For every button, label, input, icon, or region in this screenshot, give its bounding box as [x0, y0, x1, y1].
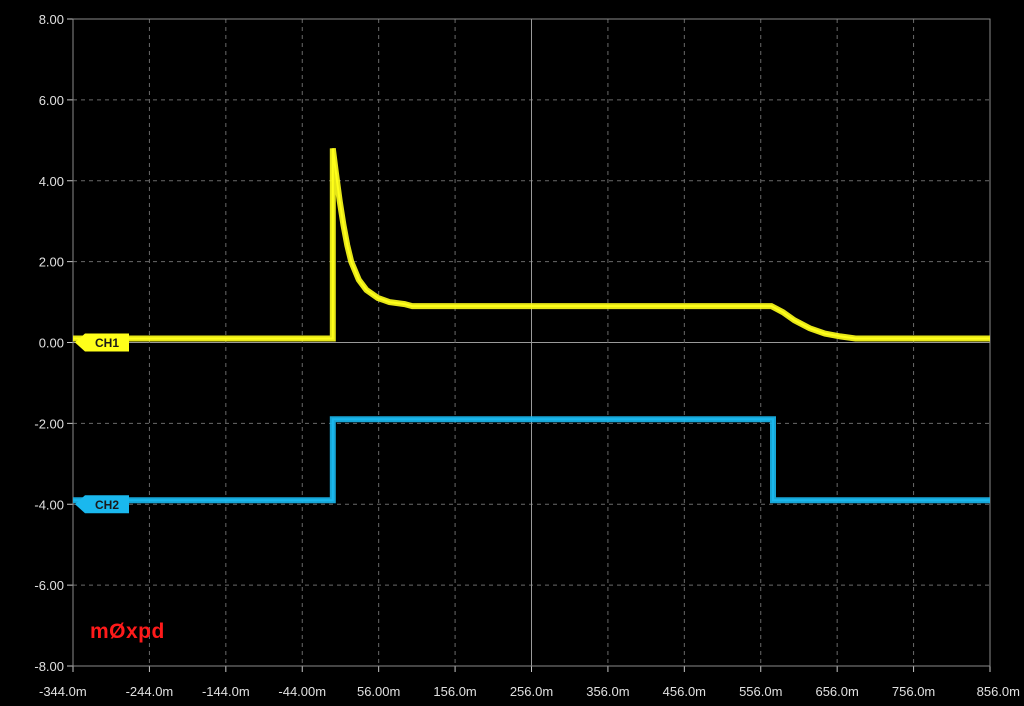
x-tick-label: 556.0m [739, 684, 782, 699]
x-tick-label: 56.00m [357, 684, 400, 699]
x-tick-label: 856.0m [977, 684, 1020, 699]
x-tick-label: 456.0m [663, 684, 706, 699]
y-tick-label: -4.00 [34, 497, 64, 512]
y-tick-label: 8.00 [39, 12, 64, 27]
channel-marker-label: CH1 [95, 336, 119, 350]
x-tick-label: -344.0m [39, 684, 87, 699]
channel-marker-ch2[interactable]: CH2 [75, 495, 129, 514]
plot-background [0, 0, 1024, 706]
y-tick-label: -6.00 [34, 578, 64, 593]
x-tick-label: -44.00m [278, 684, 326, 699]
channel-marker-ch1[interactable]: CH1 [75, 333, 129, 352]
x-tick-label: 356.0m [586, 684, 629, 699]
y-tick-label: 2.00 [39, 255, 64, 270]
watermark-text: mØxpd [90, 620, 165, 643]
y-tick-label: 6.00 [39, 93, 64, 108]
x-tick-label: -244.0m [126, 684, 174, 699]
x-tick-label: -144.0m [202, 684, 250, 699]
y-tick-label: -2.00 [34, 416, 64, 431]
x-tick-label: 756.0m [892, 684, 935, 699]
y-tick-label: 0.00 [39, 336, 64, 351]
x-tick-label: 156.0m [433, 684, 476, 699]
y-tick-label: 4.00 [39, 174, 64, 189]
channel-marker-label: CH2 [95, 498, 119, 512]
x-tick-label: 656.0m [815, 684, 858, 699]
y-tick-label: -8.00 [34, 659, 64, 674]
scope-plot: 8.00 6.00 4.00 2.00 0.00 -2.00 -4.00 -6.00 -8.00… [0, 0, 1024, 706]
x-tick-label: 256.0m [510, 684, 553, 699]
